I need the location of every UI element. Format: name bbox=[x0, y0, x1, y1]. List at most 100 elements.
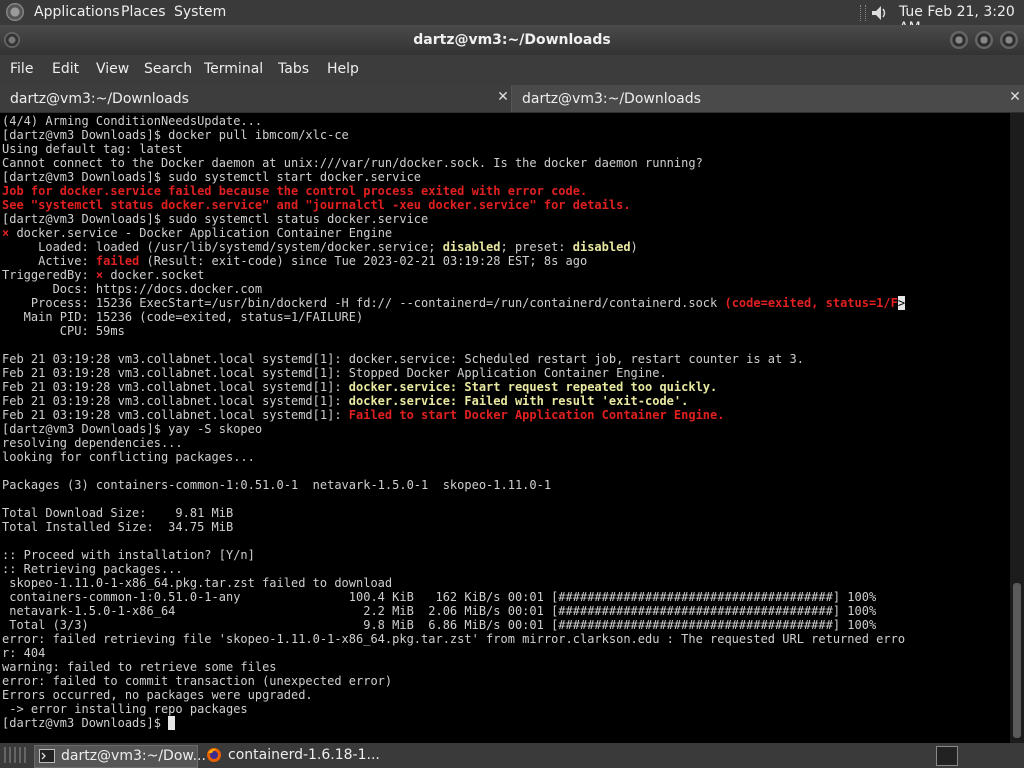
tab-terminal-2[interactable]: dartz@vm3:~/Downloads ✕ bbox=[512, 85, 1024, 112]
terminal-text: Job for docker.service failed because th… bbox=[2, 184, 588, 198]
terminal-line: Feb 21 03:19:28 vm3.collabnet.local syst… bbox=[2, 352, 804, 366]
taskbar-item-terminal[interactable]: dartz@vm3:~/Dow... bbox=[34, 745, 206, 768]
volume-icon[interactable] bbox=[870, 4, 888, 22]
bottom-panel: dartz@vm3:~/Dow... containerd-1.6.18-1..… bbox=[0, 743, 1024, 768]
terminal-text: :: Proceed with installation? [Y/n] bbox=[2, 548, 255, 562]
scrollbar-thumb[interactable] bbox=[1013, 583, 1021, 738]
terminal-text: See "systemctl status docker.service" an… bbox=[2, 198, 631, 212]
terminal-line: [dartz@vm3 Downloads]$ bbox=[2, 716, 176, 730]
terminal-line: CPU: 59ms bbox=[2, 324, 125, 338]
terminal-line: containers-common-1:0.51.0-1-any 100.4 K… bbox=[2, 590, 876, 604]
tab-label: dartz@vm3:~/Downloads bbox=[10, 91, 189, 107]
distro-logo-icon[interactable] bbox=[6, 3, 24, 21]
taskbar-item-label: containerd-1.6.18-1... bbox=[228, 747, 380, 763]
places-menu[interactable]: Places bbox=[121, 4, 166, 20]
terminal-text: Total Download Size: 9.81 MiB bbox=[2, 506, 234, 520]
terminal-text: Main PID: 15236 (code=exited, status=1/F… bbox=[2, 310, 364, 324]
terminal-text: Using default tag: latest bbox=[2, 142, 183, 156]
terminal-text: :: Retrieving packages... bbox=[2, 562, 183, 576]
menu-view[interactable]: View bbox=[96, 61, 129, 77]
terminal-text: warning: failed to retrieve some files bbox=[2, 660, 277, 674]
terminal-line: error: failed retrieving file 'skopeo-1.… bbox=[2, 632, 905, 646]
menu-file[interactable]: File bbox=[10, 61, 33, 77]
applications-menu[interactable]: Applications bbox=[34, 4, 120, 20]
show-desktop-button[interactable] bbox=[936, 746, 958, 766]
terminal-text: ; preset: bbox=[500, 240, 573, 254]
terminal-line: [dartz@vm3 Downloads]$ sudo systemctl st… bbox=[2, 170, 421, 184]
terminal-text: disabled bbox=[572, 240, 631, 254]
minimize-button[interactable] bbox=[950, 31, 968, 49]
terminal-line: resolving dependencies... bbox=[2, 436, 183, 450]
menu-edit[interactable]: Edit bbox=[52, 61, 79, 77]
tab-label: dartz@vm3:~/Downloads bbox=[522, 91, 701, 107]
terminal-text: docker.service - Docker Application Cont… bbox=[9, 226, 393, 240]
terminal-text: Feb 21 03:19:28 vm3.collabnet.local syst… bbox=[2, 408, 349, 422]
terminal-line: Active: failed (Result: exit-code) since… bbox=[2, 254, 587, 268]
terminal-text: docker.service: Failed with result 'exit… bbox=[348, 394, 689, 408]
terminal-text: Cannot connect to the Docker daemon at u… bbox=[2, 156, 703, 170]
terminal-text: (code=exited, status=1/F bbox=[724, 296, 898, 310]
menu-terminal[interactable]: Terminal bbox=[204, 61, 263, 77]
terminal-text: Feb 21 03:19:28 vm3.collabnet.local syst… bbox=[2, 352, 804, 366]
terminal-line: warning: failed to retrieve some files bbox=[2, 660, 277, 674]
panel-grip bbox=[4, 747, 28, 763]
terminal-scrollbar[interactable] bbox=[1010, 113, 1024, 743]
menubar: File Edit View Search Terminal Tabs Help bbox=[0, 55, 1024, 85]
terminal-line: Errors occurred, no packages were upgrad… bbox=[2, 688, 313, 702]
terminal-text: [dartz@vm3 Downloads]$ docker pull ibmco… bbox=[2, 128, 349, 142]
taskbar-item-label: dartz@vm3:~/Dow... bbox=[61, 748, 206, 764]
terminal-text: [dartz@vm3 Downloads]$ sudo systemctl st… bbox=[2, 170, 422, 184]
terminal-line: Process: 15236 ExecStart=/usr/bin/docker… bbox=[2, 296, 906, 310]
terminal-text: looking for conflicting packages... bbox=[2, 450, 255, 464]
terminal-text: Total (3/3) 9.8 MiB 6.86 MiB/s 00:01 [##… bbox=[2, 618, 877, 632]
close-window-button[interactable] bbox=[1000, 31, 1018, 49]
terminal-text: disabled bbox=[442, 240, 501, 254]
terminal-text: docker.socket bbox=[103, 268, 205, 282]
terminal-text: CPU: 59ms bbox=[2, 324, 125, 338]
firefox-icon bbox=[207, 748, 221, 762]
terminal-text: [dartz@vm3 Downloads]$ yay -S skopeo bbox=[2, 422, 263, 436]
terminal-text: Packages (3) containers-common-1:0.51.0-… bbox=[2, 478, 552, 492]
terminal-line: -> error installing repo packages bbox=[2, 702, 247, 716]
terminal-line: Docs: https://docs.docker.com bbox=[2, 282, 263, 296]
terminal-text: TriggeredBy: bbox=[2, 268, 96, 282]
terminal-cursor bbox=[168, 716, 176, 730]
terminal-text: r: 404 bbox=[2, 646, 46, 660]
terminal-text: [dartz@vm3 Downloads]$ bbox=[2, 716, 169, 730]
window-titlebar[interactable]: dartz@vm3:~/Downloads bbox=[0, 25, 1024, 55]
terminal-line: Feb 21 03:19:28 vm3.collabnet.local syst… bbox=[2, 394, 688, 408]
terminal-text: resolving dependencies... bbox=[2, 436, 183, 450]
terminal-text: error: failed to commit transaction (une… bbox=[2, 674, 393, 688]
terminal-line: Feb 21 03:19:28 vm3.collabnet.local syst… bbox=[2, 380, 717, 394]
system-menu[interactable]: System bbox=[174, 4, 226, 20]
terminal-line: [dartz@vm3 Downloads]$ docker pull ibmco… bbox=[2, 128, 349, 142]
terminal-text: Active: bbox=[2, 254, 96, 268]
terminal-text: (4/4) Arming ConditionNeedsUpdate... bbox=[2, 114, 263, 128]
terminal-line: Packages (3) containers-common-1:0.51.0-… bbox=[2, 478, 551, 492]
terminal-text: Docs: https://docs.docker.com bbox=[2, 282, 263, 296]
menu-tabs[interactable]: Tabs bbox=[278, 61, 309, 77]
panel-separator bbox=[860, 5, 866, 21]
terminal-text: skopeo-1.11.0-1-x86_64.pkg.tar.zst faile… bbox=[2, 576, 393, 590]
close-tab-icon[interactable]: ✕ bbox=[496, 90, 510, 104]
tab-terminal-1[interactable]: dartz@vm3:~/Downloads ✕ bbox=[0, 85, 512, 112]
terminal-output[interactable]: (4/4) Arming ConditionNeedsUpdate... [dar… bbox=[0, 113, 1010, 743]
terminal-text: [dartz@vm3 Downloads]$ sudo systemctl st… bbox=[2, 212, 429, 226]
terminal-line: Cannot connect to the Docker daemon at u… bbox=[2, 156, 703, 170]
terminal-text: error: failed retrieving file 'skopeo-1.… bbox=[2, 632, 906, 646]
maximize-button[interactable] bbox=[975, 31, 993, 49]
window-title: dartz@vm3:~/Downloads bbox=[413, 32, 611, 48]
menu-search[interactable]: Search bbox=[144, 61, 192, 77]
terminal-text: Loaded: loaded (/usr/lib/systemd/system/… bbox=[2, 240, 443, 254]
terminal-line: Using default tag: latest bbox=[2, 142, 183, 156]
terminal-text: containers-common-1:0.51.0-1-any 100.4 K… bbox=[2, 590, 877, 604]
close-tab-icon[interactable]: ✕ bbox=[1008, 90, 1022, 104]
terminal-text: netavark-1.5.0-1-x86_64 2.2 MiB 2.06 MiB… bbox=[2, 604, 877, 618]
taskbar-item-firefox[interactable]: containerd-1.6.18-1... bbox=[202, 745, 380, 766]
terminal-text: failed bbox=[95, 254, 140, 268]
terminal-line: r: 404 bbox=[2, 646, 45, 660]
terminal-line: Feb 21 03:19:28 vm3.collabnet.local syst… bbox=[2, 408, 724, 422]
terminal-text: Feb 21 03:19:28 vm3.collabnet.local syst… bbox=[2, 366, 667, 380]
menu-help[interactable]: Help bbox=[327, 61, 359, 77]
terminal-icon bbox=[39, 749, 55, 763]
